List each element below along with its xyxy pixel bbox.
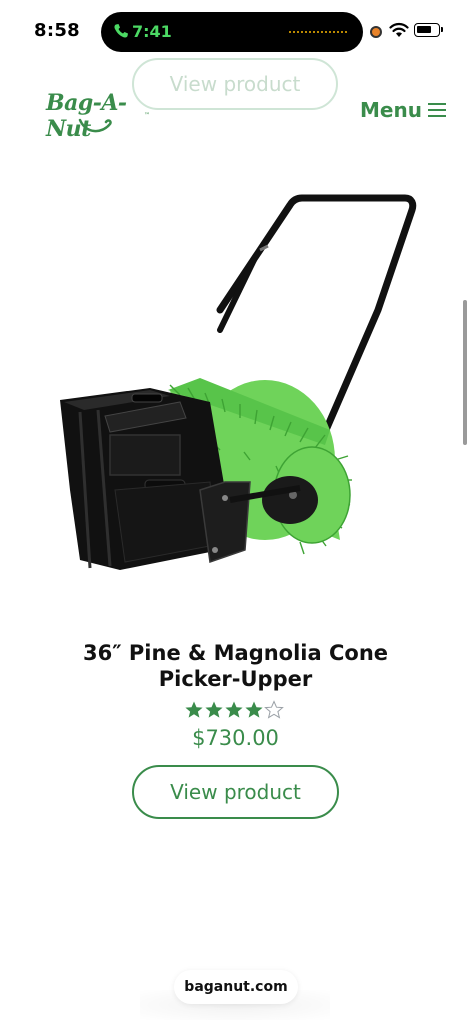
bag-a-nut-logo[interactable]: Bag-A-Nut ™: [46, 82, 156, 142]
trademark-mark: ™: [144, 112, 150, 119]
phone-icon: [114, 24, 128, 38]
product-price: $730.00: [192, 726, 279, 750]
hamburger-icon: [427, 102, 446, 118]
star-filled-icon: [245, 701, 263, 718]
dynamic-island[interactable]: 7:41: [101, 12, 363, 52]
star-filled-icon: [205, 701, 223, 718]
battery-icon: [414, 23, 443, 37]
url-bar[interactable]: baganut.com: [174, 970, 298, 1004]
status-time: 8:58: [34, 20, 80, 41]
star-empty-icon: [264, 700, 284, 719]
call-duration: 7:41: [132, 22, 172, 41]
audio-waveform-icon: [289, 31, 347, 33]
scrollbar[interactable]: [463, 300, 467, 445]
star-filled-icon: [185, 701, 203, 718]
product-image[interactable]: [50, 190, 430, 590]
logo-swirl-icon: [78, 118, 112, 133]
product-title[interactable]: 36″ Pine & Magnolia Cone Picker-Upper: [40, 640, 431, 692]
menu-label: Menu: [360, 98, 422, 122]
star-filled-icon: [225, 701, 243, 718]
recording-indicator-icon: [370, 26, 382, 38]
view-product-button[interactable]: View product: [132, 765, 339, 819]
menu-button[interactable]: Menu: [360, 98, 446, 122]
view-product-button-faded[interactable]: View product: [132, 58, 338, 110]
status-bar: 8:58 7:41: [0, 0, 471, 62]
wifi-icon: [389, 22, 409, 37]
star-rating: [184, 700, 284, 720]
